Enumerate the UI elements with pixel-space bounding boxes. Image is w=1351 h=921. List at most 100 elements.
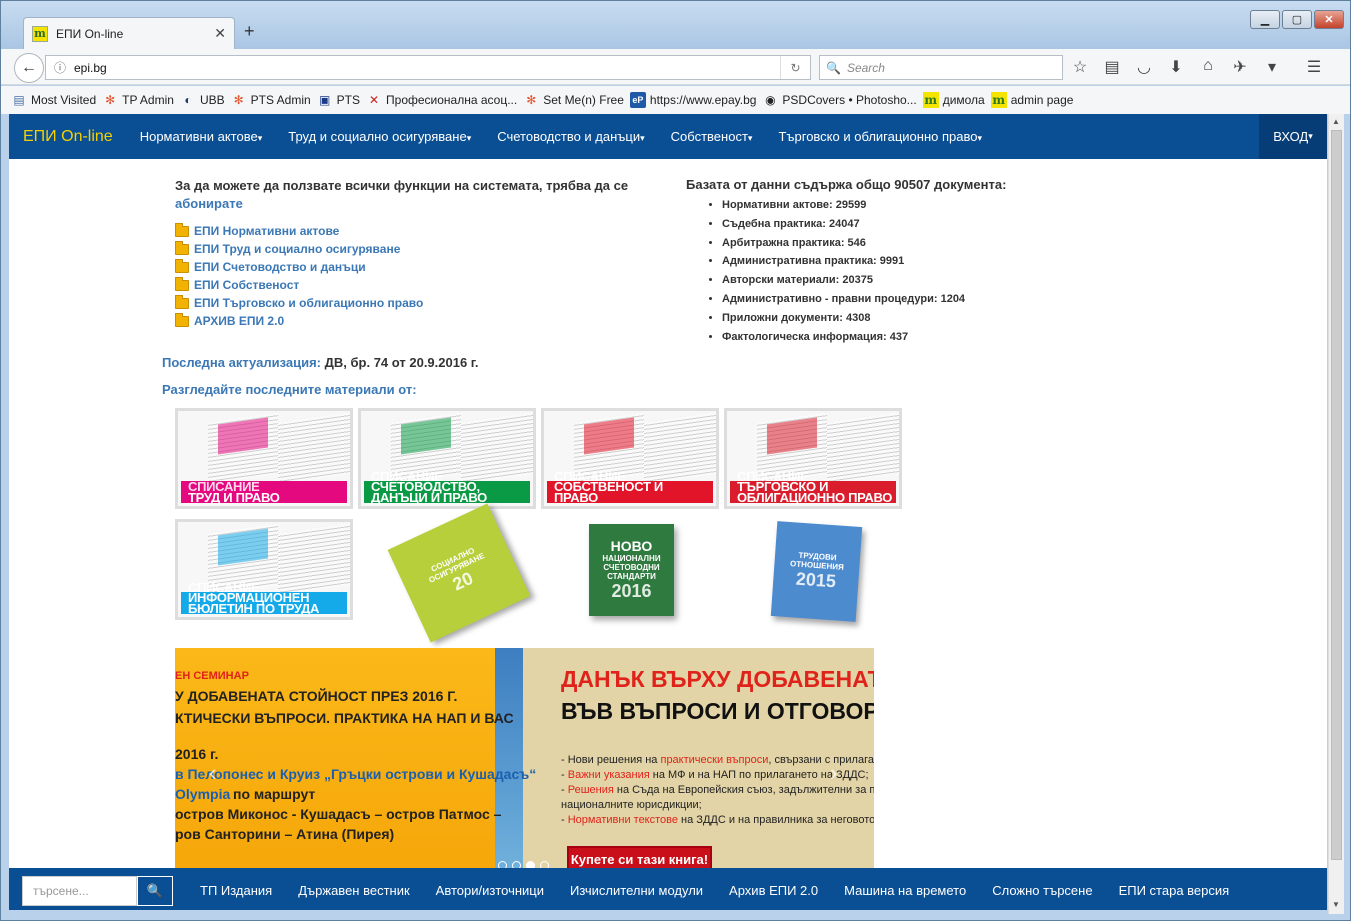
login-button[interactable]: ВХОД ▾: [1259, 114, 1327, 159]
carousel-dot[interactable]: [540, 861, 549, 868]
subscribe-link[interactable]: абонирате: [175, 196, 243, 211]
footer-link[interactable]: Сложно търсене: [992, 883, 1092, 898]
stats-list: Нормативни актове: 29599Съдебна практика…: [722, 196, 1006, 346]
carousel-prev-icon[interactable]: ‹: [209, 760, 216, 786]
pocket-icon[interactable]: ◡: [1135, 57, 1153, 77]
book-cover[interactable]: НОВО Национални счетоводни стандарти 2016: [589, 524, 674, 616]
epay-icon: eP: [629, 92, 646, 108]
bookmark-label: UBB: [199, 93, 225, 107]
footer-link[interactable]: Машина на времето: [844, 883, 966, 898]
magazine-tile[interactable]: Списание Труд и право: [175, 408, 353, 509]
folder-icon: [175, 276, 189, 291]
promo-carousel[interactable]: ЕН СЕМИНАР У ДОБАВЕНАТА СТОЙНОСТ ПРЕЗ 201…: [175, 648, 874, 868]
bookmark-item[interactable]: ◐ UBB: [180, 92, 225, 108]
menu-accounting-taxes[interactable]: Счетоводство и данъци▾: [497, 129, 644, 144]
info-icon[interactable]: ⓘ: [46, 59, 74, 76]
bookmark-item[interactable]: m admin page: [990, 92, 1073, 108]
magazine-tile[interactable]: Списание Счетоводство, данъци и право: [358, 408, 536, 509]
window-close-icon[interactable]: ✕: [1314, 10, 1344, 29]
home-icon[interactable]: ⌂: [1199, 57, 1217, 77]
bookmark-item[interactable]: m димола: [922, 92, 985, 108]
search-icon[interactable]: 🔍: [137, 875, 173, 906]
stats-item: Съдебна практика: 24047: [722, 215, 1006, 234]
maximize-icon[interactable]: ▢: [1282, 10, 1312, 29]
hamburger-menu-icon[interactable]: ☰: [1305, 57, 1323, 77]
footer-link[interactable]: ЕПИ стара версия: [1119, 883, 1230, 898]
carousel-next-icon[interactable]: ›: [830, 760, 837, 786]
magazine-tile[interactable]: Списание Търговско и облигационно право: [724, 408, 902, 509]
folder-icon: [175, 240, 189, 255]
tab-close-icon[interactable]: ✕: [214, 25, 226, 42]
footer-link[interactable]: Изчислителни модули: [570, 883, 703, 898]
scroll-up-icon[interactable]: ▲: [1332, 117, 1340, 126]
scroll-down-icon[interactable]: ▼: [1332, 900, 1340, 909]
module-link[interactable]: ЕПИ Собственост: [175, 276, 423, 294]
modules-list: ЕПИ Нормативни актове ЕПИ Труд и социално…: [175, 222, 423, 330]
bookmark-item[interactable]: ✕ Професионална асоц...: [366, 92, 517, 108]
bookmark-star-icon[interactable]: ☆: [1071, 57, 1089, 77]
footer-link[interactable]: Архив ЕПИ 2.0: [729, 883, 818, 898]
download-icon[interactable]: ⬇: [1167, 57, 1185, 77]
url-bar[interactable]: ⓘ epi.bg ↻: [45, 55, 811, 80]
bookmark-item[interactable]: ▣ PTS: [317, 92, 360, 108]
caret-down-icon: ▾: [977, 133, 983, 143]
site-brand[interactable]: ЕПИ On-line: [23, 128, 113, 146]
footer-link[interactable]: Автори/източници: [436, 883, 544, 898]
subscribe-text: За да можете да ползвате всички функции …: [175, 178, 629, 193]
menu-labor-social[interactable]: Труд и социално осигуряване▾: [288, 129, 471, 144]
bookmark-item[interactable]: ◉ PSDCovers • Photosho...: [762, 92, 917, 108]
book-cover[interactable]: Социално осигуряване 20: [387, 503, 531, 643]
module-link[interactable]: АРХИВ ЕПИ 2.0: [175, 312, 423, 330]
menu-commercial-law[interactable]: Търговско и облигационно право▾: [778, 129, 982, 144]
menu-normative-acts[interactable]: Нормативни актове▾: [140, 129, 263, 144]
bookmark-item[interactable]: eP https://www.epay.bg: [629, 92, 756, 108]
module-link[interactable]: ЕПИ Търговско и облигационно право: [175, 294, 423, 312]
book-cover[interactable]: Трудови отношения 2015: [770, 521, 863, 622]
module-link[interactable]: ЕПИ Труд и социално осигуряване: [175, 240, 423, 258]
bullet-text: , свързани с прилага: [768, 754, 874, 766]
bookmarks-toolbar: ▤ Most Visited ✻ TP Admin ◐ UBB ✻ PTS Admin ▣ PTS…: [1, 86, 1350, 114]
search-icon: 🔍: [826, 60, 841, 75]
page-scrollbar[interactable]: ▲ ▼: [1328, 114, 1344, 914]
menu-property[interactable]: Собственост▾: [671, 129, 753, 144]
banner-bullet: - Важни указания на МФ и на НАП по прила…: [561, 769, 869, 781]
stats-item: Нормативни актове: 29599: [722, 196, 1006, 215]
web-page: ЕПИ On-line Нормативни актове▾ Труд и со…: [9, 114, 1327, 910]
tile-label: Списание Труд и право: [188, 480, 280, 503]
bookmark-label: PTS: [336, 93, 361, 107]
extension-icon[interactable]: ✈: [1231, 57, 1249, 77]
site-search-input[interactable]: търсене...: [22, 875, 137, 906]
joomla-icon: ✻: [233, 93, 244, 107]
overflow-chevron-icon[interactable]: ▾: [1263, 57, 1281, 77]
ubb-icon: ◐: [184, 93, 192, 107]
scrollbar-thumb[interactable]: [1331, 130, 1342, 860]
m-icon: m: [922, 92, 939, 108]
minimize-icon[interactable]: ▁: [1250, 10, 1280, 29]
back-arrow-icon[interactable]: ←: [14, 53, 44, 83]
module-link[interactable]: ЕПИ Счетоводство и данъци: [175, 258, 423, 276]
footer-link[interactable]: ТП Издания: [200, 883, 272, 898]
last-update-value: ДВ, бр. 74 от 20.9.2016 г.: [324, 355, 479, 370]
new-tab-icon[interactable]: +: [244, 21, 255, 42]
bookmark-item[interactable]: ✻ PTS Admin: [231, 92, 311, 108]
magazine-tile[interactable]: Списание Информационен бюлетин по труда: [175, 519, 353, 620]
reader-view-icon[interactable]: ▤: [1103, 57, 1121, 77]
module-label: ЕПИ Търговско и облигационно право: [194, 296, 424, 310]
module-label: ЕПИ Труд и социално осигуряване: [194, 242, 401, 256]
carousel-dot[interactable]: [498, 861, 507, 868]
bookmark-item[interactable]: ▤ Most Visited: [11, 92, 96, 108]
bookmark-item[interactable]: ✻ Set Me(n) Free: [523, 92, 624, 108]
bookmark-item[interactable]: ✻ TP Admin: [102, 92, 174, 108]
banner-subtitle: ВЪВ ВЪПРОСИ И ОТГОВОРИ: [561, 698, 874, 724]
carousel-dot[interactable]: [526, 861, 535, 868]
database-stats: Базата от данни съдържа общо 90507 докум…: [686, 177, 1006, 346]
reload-icon[interactable]: ↻: [780, 56, 810, 79]
carousel-dot[interactable]: [512, 861, 521, 868]
browser-tab[interactable]: m ЕПИ On-line ✕: [23, 17, 235, 49]
browser-search-input[interactable]: 🔍 Search: [819, 55, 1063, 80]
buy-book-button[interactable]: Купете си тази книга!: [567, 846, 712, 868]
module-link[interactable]: ЕПИ Нормативни актове: [175, 222, 423, 240]
magazine-tile[interactable]: Списание Собственост и право: [541, 408, 719, 509]
url-text[interactable]: epi.bg: [74, 61, 780, 75]
footer-link[interactable]: Държавен вестник: [298, 883, 409, 898]
